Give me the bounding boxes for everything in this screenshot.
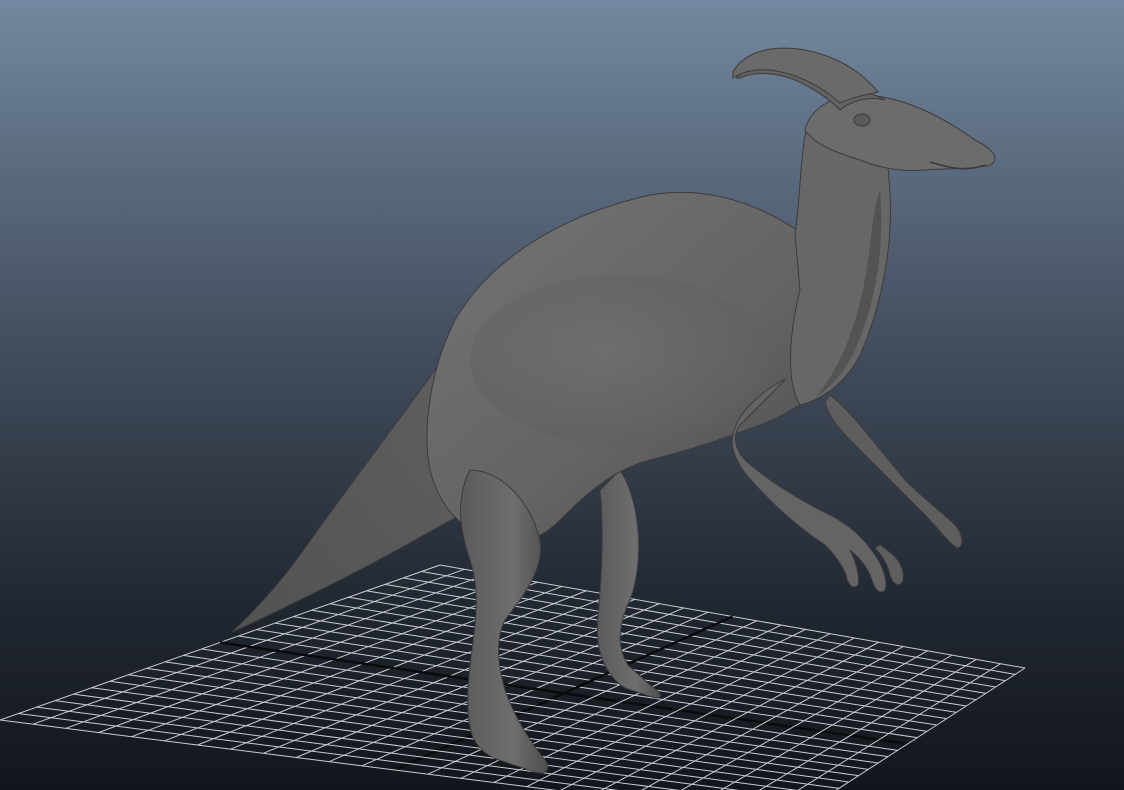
- eye: [853, 113, 871, 127]
- grid-line: [720, 654, 953, 790]
- parasaurolophus-model[interactable]: [231, 47, 996, 774]
- grid-line: [0, 719, 557, 790]
- viewport-scene[interactable]: [0, 0, 1124, 790]
- grid-line: [600, 641, 879, 790]
- belly-highlight: [470, 275, 770, 445]
- crest-top: [732, 47, 879, 104]
- 3d-viewport[interactable]: [0, 0, 1124, 790]
